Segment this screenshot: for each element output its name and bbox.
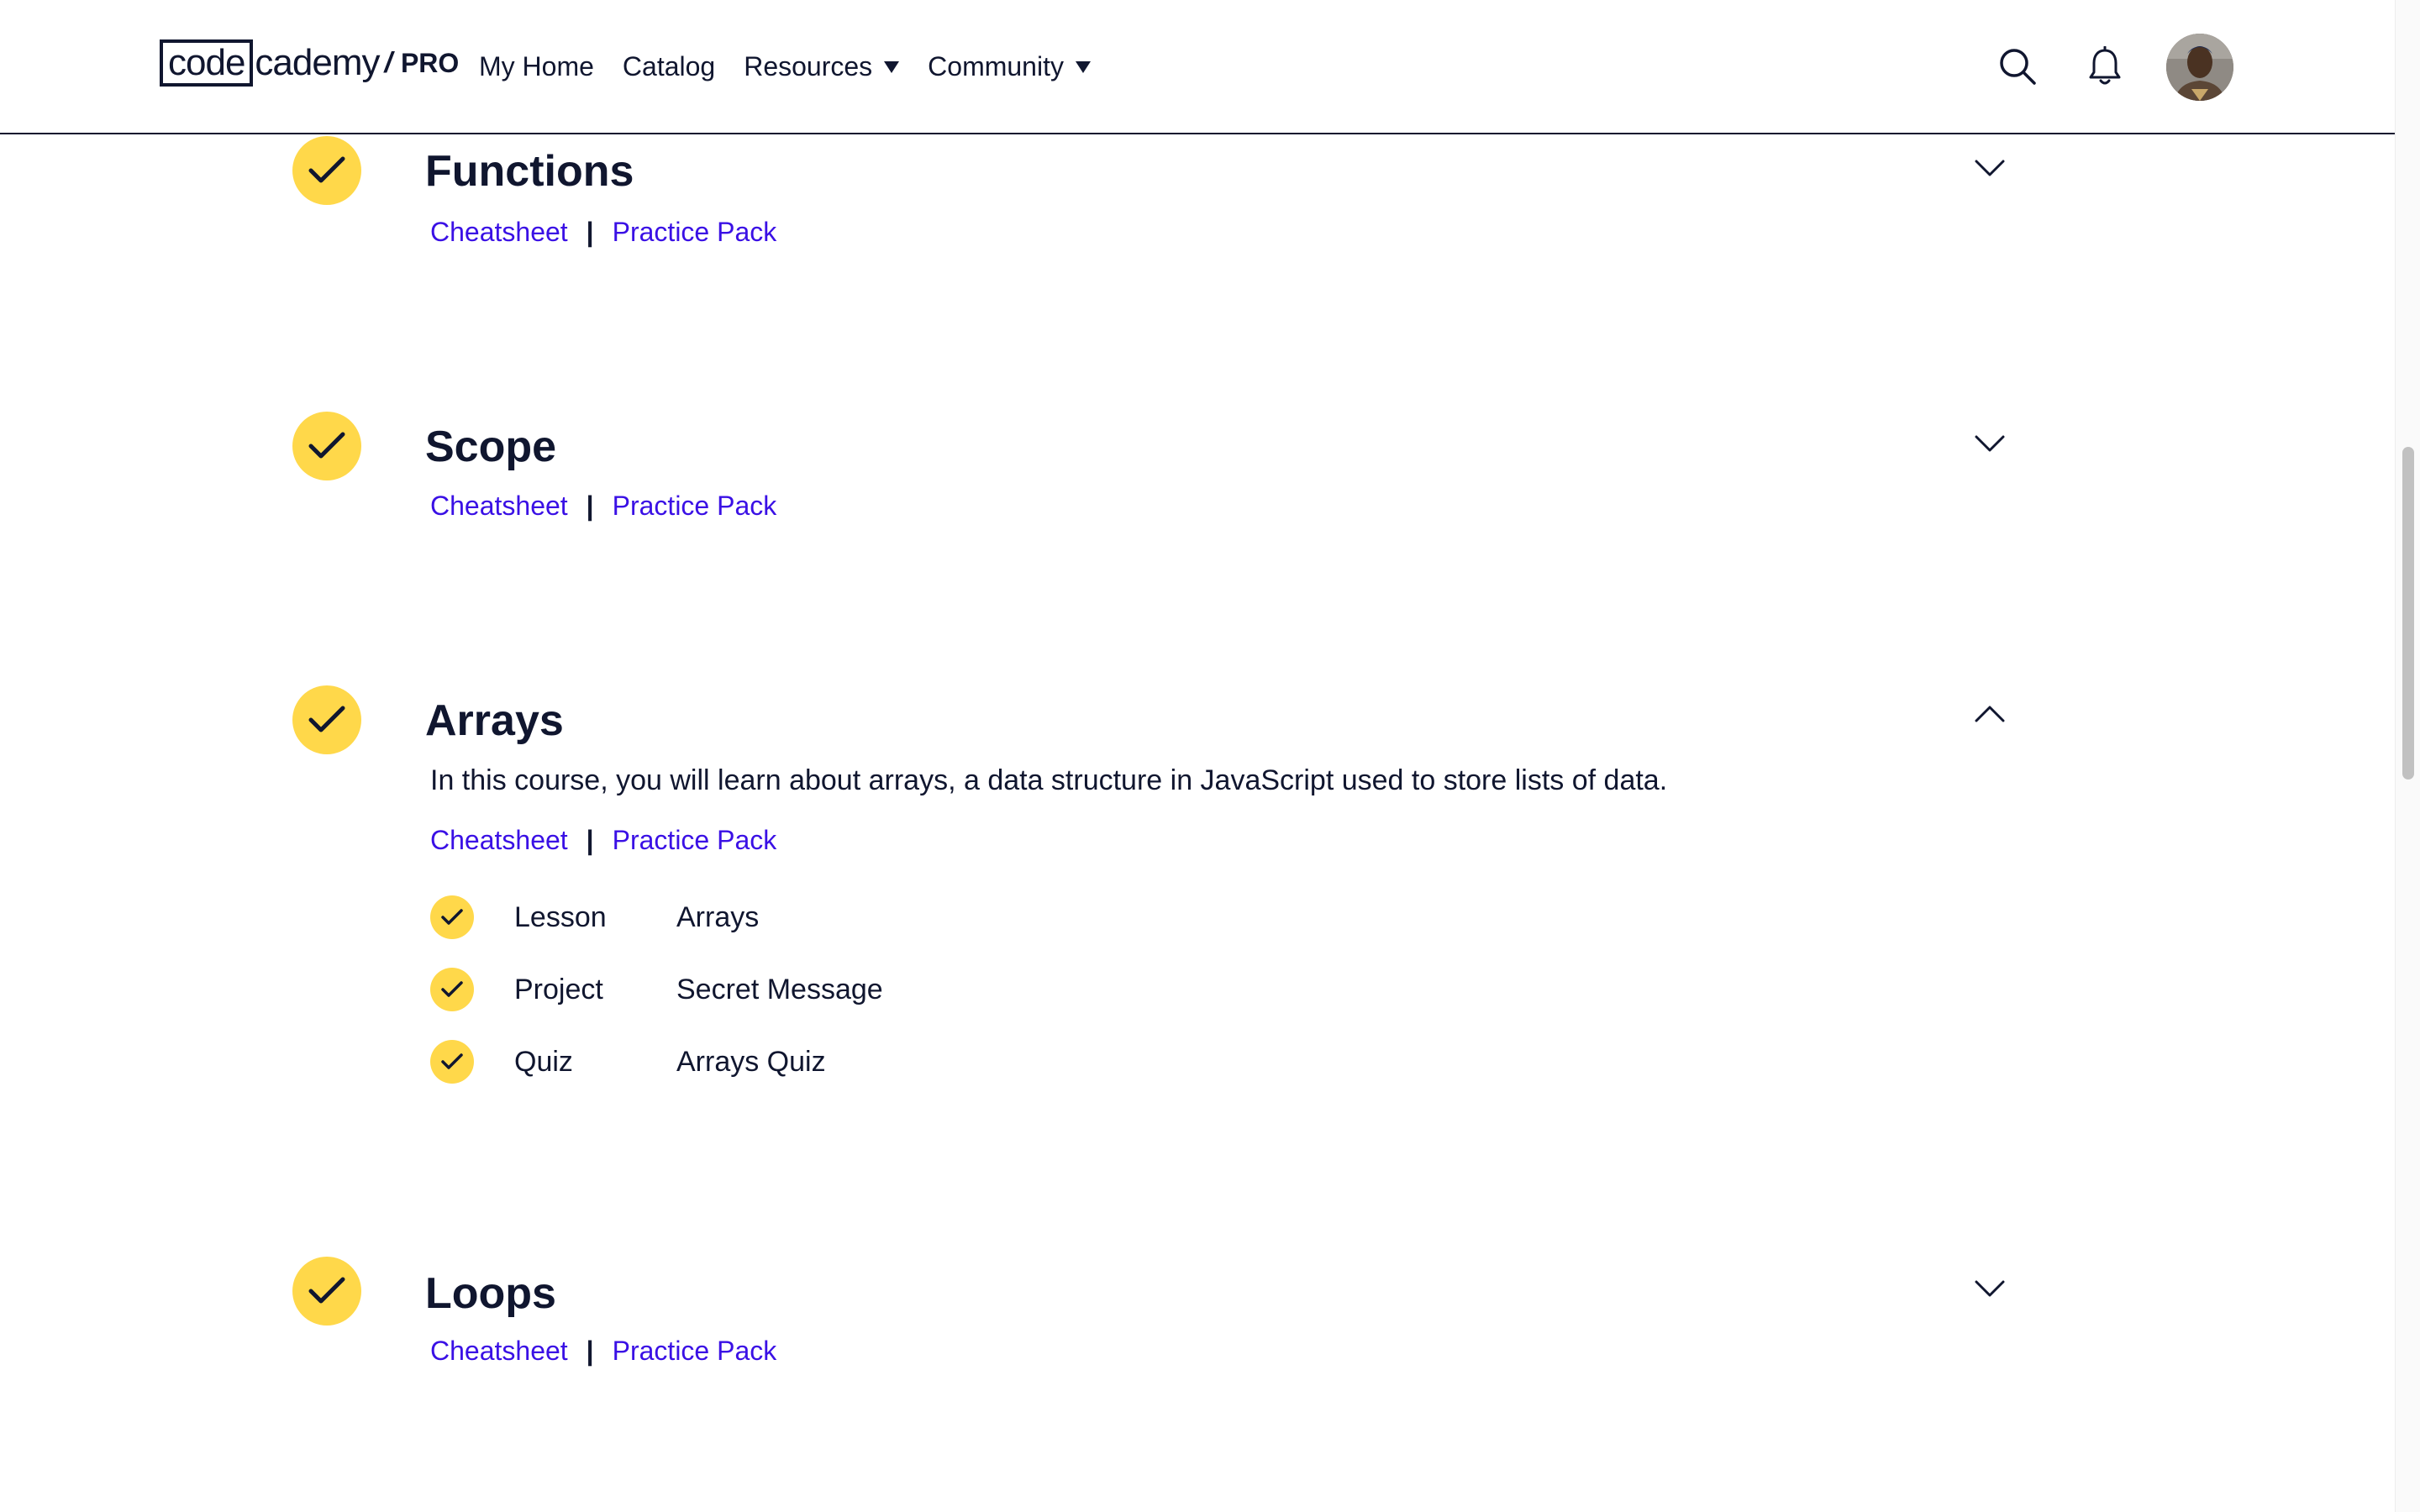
nav-resources-label: Resources xyxy=(744,50,873,81)
module-scope: Scope Cheatsheet | Practice Pack xyxy=(0,407,2395,659)
chevron-down-icon xyxy=(1975,160,2005,176)
practice-pack-link[interactable]: Practice Pack xyxy=(613,492,777,519)
nav-catalog-link[interactable]: Catalog xyxy=(623,51,715,82)
checkmark-icon xyxy=(441,1053,463,1069)
checkmark-icon xyxy=(308,432,345,459)
notifications-button[interactable] xyxy=(2082,44,2128,89)
link-separator: | xyxy=(586,1336,594,1366)
checkmark-icon xyxy=(441,909,463,925)
module-functions: Functions Cheatsheet | Practice Pack xyxy=(0,133,2395,385)
module-resource-links: Cheatsheet | Practice Pack xyxy=(430,218,776,245)
expand-module-button[interactable] xyxy=(1971,1270,2008,1307)
logo-code-box: code xyxy=(160,39,254,87)
bell-icon xyxy=(2089,46,2121,85)
module-description: In this course, you will learn about arr… xyxy=(430,764,1668,796)
link-separator: | xyxy=(586,825,594,855)
module-complete-badge xyxy=(292,136,361,205)
checkmark-icon xyxy=(308,156,345,183)
practice-pack-link[interactable]: Practice Pack xyxy=(613,1337,777,1364)
content-name[interactable]: Arrays xyxy=(676,901,759,934)
checkmark-icon xyxy=(308,1277,345,1304)
collapse-module-button[interactable] xyxy=(1971,696,2008,732)
content-item-lesson[interactable]: Lesson Arrays xyxy=(430,895,759,939)
module-title[interactable]: Functions xyxy=(425,150,634,193)
content-name[interactable]: Arrays Quiz xyxy=(676,1046,826,1079)
item-complete-badge xyxy=(430,1040,474,1084)
cheatsheet-link[interactable]: Cheatsheet xyxy=(430,218,568,245)
content-type-label: Quiz xyxy=(514,1045,573,1078)
module-loops: Loops Cheatsheet | Practice Pack xyxy=(0,1252,2395,1470)
nav-my-home-link[interactable]: My Home xyxy=(479,51,594,82)
module-arrays: Arrays In this course, you will learn ab… xyxy=(0,680,2395,1235)
module-complete-badge xyxy=(292,412,361,480)
caret-down-icon xyxy=(1075,61,1091,73)
module-title[interactable]: Arrays xyxy=(425,699,564,743)
module-complete-badge xyxy=(292,1257,361,1326)
checkmark-icon xyxy=(308,706,345,732)
expand-module-button[interactable] xyxy=(1971,150,2008,186)
module-title[interactable]: Loops xyxy=(425,1272,556,1315)
page-scrollbar[interactable] xyxy=(2395,0,2420,1512)
link-separator: | xyxy=(586,491,594,521)
module-complete-badge xyxy=(292,685,361,754)
logo-cademy-text: cademy xyxy=(255,42,380,83)
item-complete-badge xyxy=(430,968,474,1011)
content-type-label: Lesson xyxy=(514,900,607,933)
content-type-label: Project xyxy=(514,973,603,1005)
item-complete-badge xyxy=(430,895,474,939)
logo-slash: / xyxy=(384,46,392,79)
cheatsheet-link[interactable]: Cheatsheet xyxy=(430,827,568,853)
practice-pack-link[interactable]: Practice Pack xyxy=(613,827,777,853)
checkmark-icon xyxy=(441,981,463,997)
nav-catalog-label: Catalog xyxy=(622,50,716,81)
codecademy-pro-logo[interactable]: code cademy / PRO xyxy=(160,39,459,87)
module-title[interactable]: Scope xyxy=(425,425,556,469)
module-resource-links: Cheatsheet | Practice Pack xyxy=(430,492,776,519)
nav-resources-dropdown[interactable]: Resources xyxy=(744,50,900,82)
nav-community-dropdown[interactable]: Community xyxy=(928,51,1091,82)
cheatsheet-link[interactable]: Cheatsheet xyxy=(430,492,568,519)
user-avatar[interactable] xyxy=(2166,34,2233,101)
content-name[interactable]: Secret Message xyxy=(676,974,883,1006)
search-button[interactable] xyxy=(1995,44,2040,89)
expand-module-button[interactable] xyxy=(1971,425,2008,462)
practice-pack-link[interactable]: Practice Pack xyxy=(613,218,777,245)
caret-down-icon xyxy=(884,61,900,73)
module-resource-links: Cheatsheet | Practice Pack xyxy=(430,827,776,853)
page: code cademy / PRO My Home Catalog Resour… xyxy=(0,0,2420,1512)
chevron-up-icon xyxy=(1975,706,2005,722)
main-nav: My Home Catalog Resources Community xyxy=(479,44,1119,89)
logo-pro-text: PRO xyxy=(400,47,460,78)
content-item-quiz[interactable]: Quiz Arrays Quiz xyxy=(430,1040,826,1084)
avatar-image xyxy=(2166,34,2233,101)
top-navigation-bar: code cademy / PRO My Home Catalog Resour… xyxy=(0,0,2395,134)
module-resource-links: Cheatsheet | Practice Pack xyxy=(430,1337,776,1364)
cheatsheet-link[interactable]: Cheatsheet xyxy=(430,1337,568,1364)
chevron-down-icon xyxy=(1975,435,2005,452)
scrollbar-thumb[interactable] xyxy=(2402,447,2414,780)
content-item-project[interactable]: Project Secret Message xyxy=(430,968,883,1011)
chevron-down-icon xyxy=(1975,1280,2005,1297)
search-icon xyxy=(2000,49,2036,85)
nav-my-home-label: My Home xyxy=(479,50,594,81)
nav-community-label: Community xyxy=(928,50,1064,81)
link-separator: | xyxy=(586,217,594,247)
